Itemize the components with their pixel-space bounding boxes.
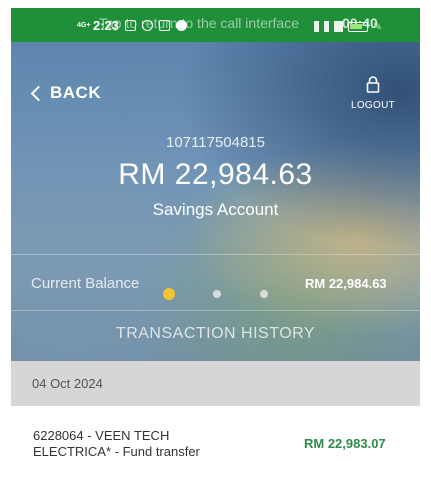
status-right: ✎ — [314, 20, 382, 33]
divider — [11, 310, 420, 311]
transaction-row[interactable]: 6228064 - VEEN TECH ELECTRICA* - Fund tr… — [11, 406, 420, 477]
page-dot-active[interactable] — [163, 288, 175, 300]
transaction-history-button[interactable]: TRANSACTION HISTORY — [11, 325, 420, 343]
lock-icon — [366, 76, 380, 93]
bluetooth-icon — [324, 21, 329, 32]
logout-label: LOGOUT — [350, 100, 396, 111]
divider — [11, 254, 420, 255]
transaction-date: 04 Oct 2024 — [32, 376, 103, 391]
battery-icon — [348, 21, 368, 32]
account-number: 107117504815 — [166, 134, 265, 151]
page-dot[interactable] — [213, 290, 221, 298]
network-label: 4G+ — [77, 22, 91, 29]
chevron-left-icon — [30, 85, 47, 101]
back-label: BACK — [50, 83, 102, 102]
date-header: 04 Oct 2024 — [11, 361, 420, 406]
transaction-description: 6228064 - VEEN TECH ELECTRICA* - Fund tr… — [33, 428, 200, 459]
account-amount: RM 22,984.63 — [118, 158, 313, 191]
logout-button[interactable]: LOGOUT — [348, 76, 398, 113]
screen: 4G+ 2:23 Tap to return to the call inter… — [0, 0, 431, 477]
transaction-amount: RM 22,983.07 — [304, 436, 386, 451]
call-banner[interactable]: Tap to return to the call interface — [99, 15, 299, 31]
back-button[interactable]: BACK — [29, 83, 101, 103]
account-type: Savings Account — [152, 200, 279, 219]
wifi-icon — [334, 21, 343, 32]
account-hero: BACK LOGOUT 107117504815 RM 22,984.63 Sa… — [11, 42, 420, 369]
status-bar[interactable]: 4G+ 2:23 Tap to return to the call inter… — [11, 8, 420, 42]
nfc-icon — [314, 21, 319, 32]
current-balance-label: Current Balance — [31, 275, 140, 292]
page-dot[interactable] — [260, 290, 268, 298]
banking-app: 4G+ 2:23 Tap to return to the call inter… — [11, 8, 420, 477]
leaf-icon: ✎ — [373, 21, 383, 33]
current-balance-value: RM 22,984.63 — [305, 276, 387, 291]
